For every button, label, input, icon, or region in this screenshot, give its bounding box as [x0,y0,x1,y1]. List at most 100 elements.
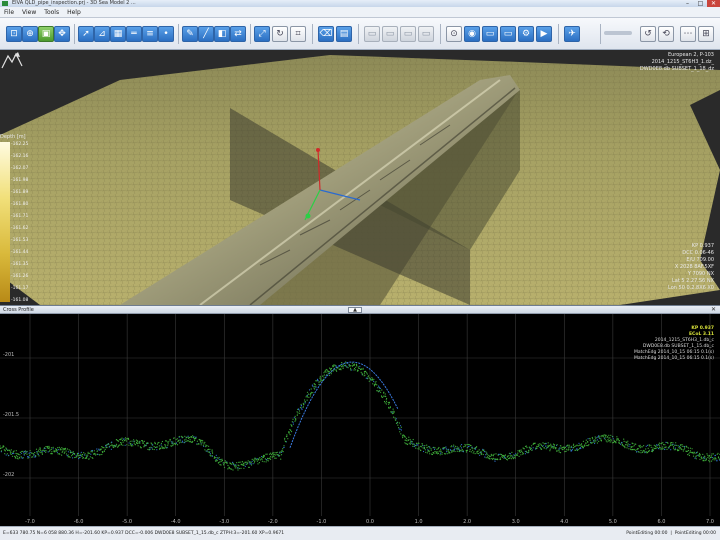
profile-point [53,451,55,453]
profile-point [542,442,544,444]
ruler-icon[interactable]: ═ [126,26,142,42]
profile-point [456,450,458,452]
profile-point [430,449,432,451]
close-button[interactable]: ✕ [707,0,720,7]
profile-point [625,444,627,446]
point-icon[interactable]: • [158,26,174,42]
profile-point [563,447,566,450]
profile-point [553,445,555,447]
profile-point [39,451,41,453]
fit-icon[interactable]: ▣ [38,26,54,42]
profile-point [319,375,321,377]
menu-view[interactable]: View [22,9,36,16]
minimize-button[interactable]: – [681,0,694,7]
refresh-icon[interactable]: ↺ [640,26,656,42]
measure-icon[interactable]: ⊿ [94,26,110,42]
profile-point [398,422,400,424]
profile-point [552,446,554,448]
profile-point [526,447,528,449]
scale-icon[interactable]: ⤢ [254,26,270,42]
profile-point [495,453,497,455]
line-icon[interactable]: ╱ [198,26,214,42]
fill-icon[interactable]: ◧ [214,26,230,42]
panel-collapse-icon[interactable]: ▲ [348,307,362,313]
zoom-slider[interactable] [604,31,632,35]
profile-point [672,447,675,449]
profile-point [545,443,547,445]
profile-point [638,451,640,453]
menu-file[interactable]: File [4,9,14,16]
cursor-icon[interactable]: ➚ [78,26,94,42]
profile-point [18,456,20,458]
move-icon[interactable]: ⇄ [230,26,246,42]
menu-bar: File View Tools Help [0,7,720,18]
profile-point [679,448,681,450]
camera-icon[interactable]: ▭ [418,26,434,42]
info-icon[interactable]: ◉ [464,26,480,42]
profile-point [571,449,574,451]
profile-point [187,435,189,437]
clean-icon[interactable]: ⌫ [318,26,334,42]
zoom-icon[interactable]: ⊕ [22,26,38,42]
profile-point [243,464,245,466]
cross-profile-plot[interactable]: -7.0 -6.0 -5.0 -4.0 -3.0 -2.0 -1.0 0.0 1.0 2.0 3.0… [0,314,720,526]
profile-point [655,447,657,450]
profile-point [213,457,215,459]
menu-tools[interactable]: Tools [44,9,59,16]
pin-icon[interactable]: ⊞ [698,26,714,42]
profile-point [192,435,194,437]
rotate-icon[interactable]: ↻ [272,26,288,42]
profile-point [548,445,550,448]
maximize-button[interactable]: □ [694,0,707,7]
profile-point [520,454,522,456]
profile-point [709,456,712,459]
profile-point [677,448,679,450]
view-side-icon[interactable]: ▭ [382,26,398,42]
profile-point [126,444,128,446]
profile-point [572,444,575,446]
profile-point [607,436,609,438]
grid-icon[interactable]: ▦ [110,26,126,42]
profile-point [580,445,583,447]
profile-point [189,439,191,441]
depth-legend: Depth [m] -162.25 -162.16 -162.07 -161.9… [0,134,30,303]
profile-point [437,452,440,454]
settings-icon[interactable]: ⚙ [518,26,534,42]
profile-point [658,442,661,444]
cross-profile-close-icon[interactable]: ✕ [711,306,716,314]
profile-point [703,460,705,462]
profile-point [190,441,192,443]
run-icon[interactable]: ▶ [536,26,552,42]
profile-point [3,445,5,447]
view-front-icon[interactable]: ▤ [336,26,352,42]
reset-icon[interactable]: ⟲ [658,26,674,42]
3d-view[interactable]: Depth [m] -162.25 -162.16 -162.07 -161.9… [0,50,720,305]
select-icon[interactable]: ⊡ [6,26,22,42]
export-icon[interactable]: ▭ [482,26,498,42]
profile-point [62,449,64,451]
profile-point [698,454,700,456]
lock-icon[interactable]: ⊙ [446,26,462,42]
profile-point [200,444,202,446]
profile-point [35,448,38,450]
profile-point [399,425,402,427]
options-icon[interactable]: ⋯ [680,26,696,42]
profile-point [716,453,718,455]
profile-point [314,383,316,386]
profile-point [543,447,545,449]
profile-point [461,448,463,451]
x-tick-label: -7.0 [25,519,35,525]
help-icon[interactable]: ✈ [564,26,580,42]
edit-icon[interactable]: ✎ [182,26,198,42]
view-top-icon[interactable]: ▭ [364,26,380,42]
import-icon[interactable]: ▭ [500,26,516,42]
menu-help[interactable]: Help [67,9,81,16]
view-iso-icon[interactable]: ▭ [400,26,416,42]
pan-icon[interactable]: ✥ [54,26,70,42]
profile-point [483,451,486,453]
profile-point [226,462,228,465]
profile-point [485,451,487,453]
crop-icon[interactable]: ⌗ [290,26,306,42]
profile-point [50,453,52,455]
layers-icon[interactable]: ≡ [142,26,158,42]
